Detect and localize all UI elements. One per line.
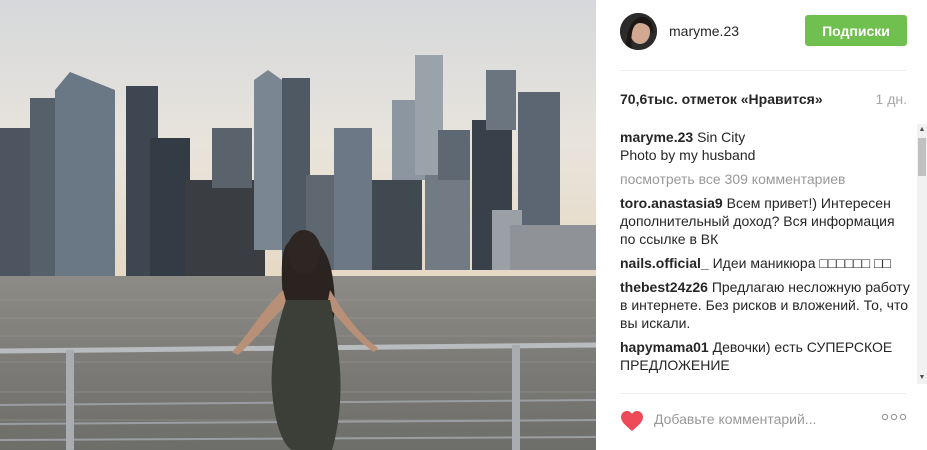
header-divider [620, 70, 907, 71]
post-header: maryme.23 Подписки [596, 0, 927, 70]
comment-bar [596, 395, 927, 450]
follow-button[interactable]: Подписки [805, 15, 907, 46]
caption-line-2: Photo by my husband [620, 147, 756, 163]
scroll-up-arrow-icon[interactable]: ▲ [917, 124, 927, 136]
post-sidebar: maryme.23 Подписки 70,6тыс. отметок «Нра… [596, 0, 927, 450]
heart-icon[interactable] [620, 410, 644, 432]
scrollbar-thumb[interactable] [918, 138, 926, 176]
comment-username[interactable]: nails.official_ [620, 255, 709, 271]
comment-text: Идеи маникюра □□□□□□ □□ [712, 255, 891, 271]
comments-scrollbar[interactable]: ▲ ▼ [917, 124, 927, 384]
comment-item: hapymama01 Девочки) есть СУПЕРСКОЕ ПРЕДЛ… [620, 338, 912, 374]
avatar[interactable] [620, 13, 657, 50]
footer-divider [620, 393, 907, 394]
comments-list: maryme.23 Sin City Photo by my husband п… [620, 128, 912, 384]
post-time[interactable]: 1 дн. [876, 91, 907, 107]
add-comment-input[interactable] [654, 407, 864, 431]
likes-count[interactable]: 70,6тыс. отметок «Нравится» [620, 91, 823, 107]
post-author-username[interactable]: maryme.23 [669, 23, 739, 39]
comment-item: thebest24z26 Предлагаю несложную работу … [620, 278, 912, 332]
scroll-down-arrow-icon[interactable]: ▼ [917, 372, 927, 384]
city-skyline-photo [0, 0, 596, 450]
caption-line-1: Sin City [697, 129, 746, 145]
avatar-image [620, 13, 657, 50]
three-dots-icon [881, 413, 907, 421]
heart-icon-glyph [621, 411, 643, 431]
more-options-icon[interactable] [881, 410, 907, 424]
post-photo[interactable] [0, 0, 596, 450]
comment-username[interactable]: hapymama01 [620, 339, 709, 355]
likes-row: 70,6тыс. отметок «Нравится» 1 дн. [620, 91, 910, 109]
comment-item: toro.anastasia9 Всем привет!) Интересен … [620, 194, 912, 248]
comment-item: nails.official_ Идеи маникюра □□□□□□ □□ [620, 254, 912, 272]
caption: maryme.23 Sin City Photo by my husband [620, 128, 912, 164]
comment-username[interactable]: thebest24z26 [620, 279, 708, 295]
caption-username[interactable]: maryme.23 [620, 129, 693, 145]
view-all-comments-link[interactable]: посмотреть все 309 комментариев [620, 170, 912, 188]
comment-username[interactable]: toro.anastasia9 [620, 195, 723, 211]
